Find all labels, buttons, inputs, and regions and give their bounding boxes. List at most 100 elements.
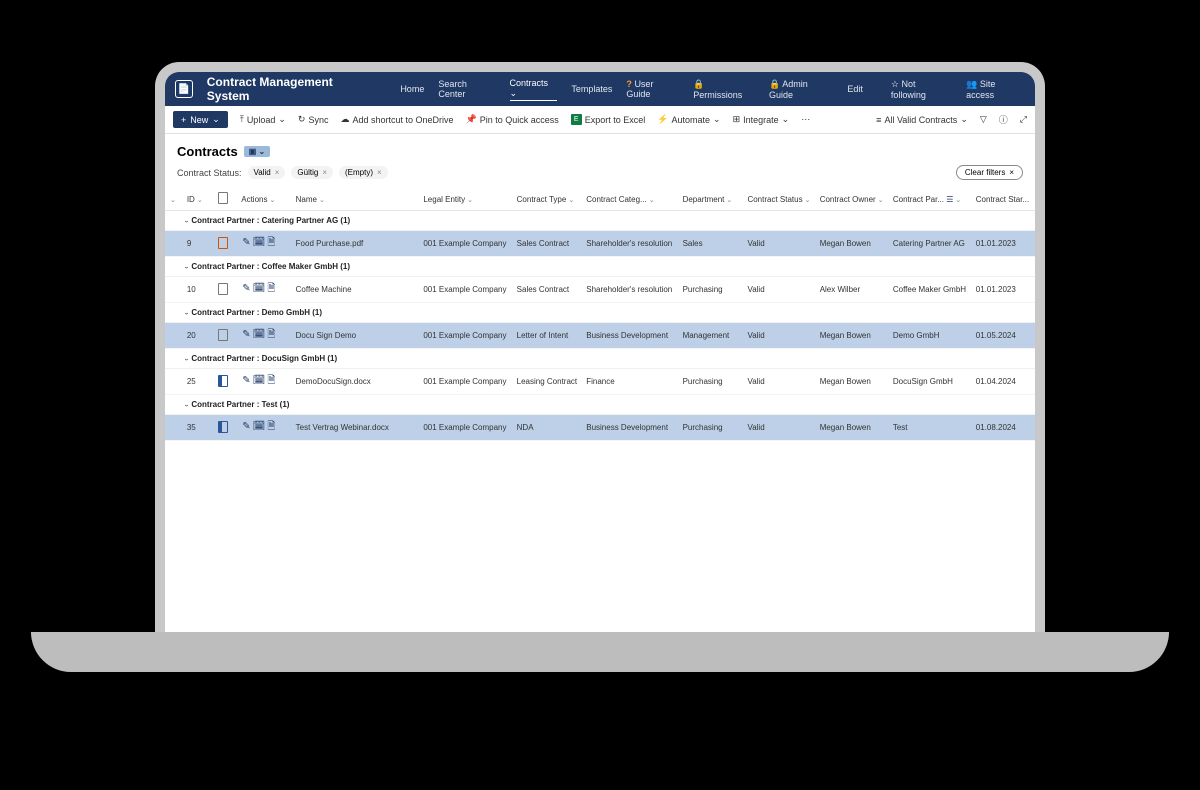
file-type-icon [218, 421, 228, 433]
more-button[interactable]: ⋯ [801, 114, 810, 125]
filter-chip-gultig[interactable]: Gültig× [291, 166, 333, 179]
not-following-button[interactable]: ☆ Not following [891, 79, 952, 100]
col-id[interactable]: ID⌄ [184, 188, 215, 211]
cell-actions: ✎🗓🗎 [238, 369, 292, 395]
cell-legal-entity[interactable]: 001 Example Company [420, 369, 513, 395]
col-contract-status[interactable]: Contract Status⌄ [744, 188, 816, 211]
file-type-icon [218, 237, 228, 249]
calendar-icon[interactable]: 🗓 [253, 421, 266, 432]
nav-edit[interactable]: Edit [847, 84, 863, 94]
list-icon-badge[interactable]: ▣ ⌄ [244, 146, 270, 157]
group-row[interactable]: ›Contract Partner : DocuSign GmbH (1) [165, 349, 1035, 369]
copy-icon[interactable]: 🗎 [267, 421, 275, 432]
close-icon[interactable]: × [322, 168, 327, 177]
file-type-icon [218, 283, 228, 295]
group-row[interactable]: ›Contract Partner : Catering Partner AG … [165, 211, 1035, 231]
edit-icon[interactable]: ✎ [242, 283, 250, 294]
filter-chip-empty[interactable]: (Empty)× [339, 166, 388, 179]
nav-templates[interactable]: Templates [571, 84, 612, 94]
table-header-row: ⌄ ID⌄ Actions⌄ Name⌄ Legal Entity⌄ Contr… [165, 188, 1035, 211]
col-contract-type[interactable]: Contract Type⌄ [514, 188, 584, 211]
nav-search-center[interactable]: Search Center [438, 79, 495, 99]
group-row[interactable]: ›Contract Partner : Test (1) [165, 395, 1035, 415]
lock-icon: 🔒 [769, 79, 780, 89]
expand-icon[interactable]: ⤢ [1020, 114, 1027, 125]
cell-date: 01.01.2023 [973, 231, 1035, 257]
chevron-down-icon: › [183, 358, 190, 360]
new-button[interactable]: + New ⌄ [173, 111, 228, 128]
col-legal-entity[interactable]: Legal Entity⌄ [420, 188, 513, 211]
col-doc-icon[interactable] [215, 188, 238, 211]
calendar-icon[interactable]: 🗓 [253, 375, 266, 386]
edit-icon[interactable]: ✎ [242, 375, 250, 386]
nav-home[interactable]: Home [400, 84, 424, 94]
calendar-icon[interactable]: 🗓 [253, 283, 266, 294]
col-department[interactable]: Department⌄ [680, 188, 745, 211]
cell-legal-entity[interactable]: 001 Example Company [420, 277, 513, 303]
nav-contracts[interactable]: Contracts ⌄ [510, 78, 558, 101]
col-expand[interactable]: ⌄ [165, 188, 184, 211]
clear-filters-button[interactable]: Clear filters× [956, 165, 1023, 180]
cell-name[interactable]: Test Vertrag Webinar.docx [293, 415, 421, 441]
col-contract-category[interactable]: Contract Categ...⌄ [583, 188, 679, 211]
filter-chip-valid[interactable]: Valid× [248, 166, 286, 179]
cell-contract-category: Business Development [583, 415, 679, 441]
screen-bezel: 📄 Contract Management System Home Search… [155, 62, 1045, 632]
screen: 📄 Contract Management System Home Search… [165, 72, 1035, 632]
app-title: Contract Management System [207, 75, 377, 103]
file-type-icon [218, 375, 228, 387]
copy-icon[interactable]: 🗎 [267, 237, 275, 248]
filter-icon[interactable]: ▽ [980, 114, 987, 125]
cell-name[interactable]: DemoDocuSign.docx [293, 369, 421, 395]
cell-owner: Megan Bowen [817, 231, 890, 257]
cell-contract-type: NDA [514, 415, 584, 441]
close-icon[interactable]: × [275, 168, 280, 177]
table-row[interactable]: 10✎🗓🗎Coffee Machine001 Example CompanySa… [165, 277, 1035, 303]
copy-icon[interactable]: 🗎 [267, 283, 275, 294]
edit-icon[interactable]: ✎ [242, 329, 250, 340]
copy-icon[interactable]: 🗎 [267, 329, 275, 340]
pin-button[interactable]: 📌 Pin to Quick access [466, 114, 559, 125]
integrate-button[interactable]: ⊞ Integrate ⌄ [733, 114, 790, 125]
upload-icon: ⤒ [240, 114, 244, 125]
site-access-button[interactable]: 👥 Site access [966, 79, 1025, 100]
view-selector[interactable]: ≡ All Valid Contracts ⌄ [876, 114, 968, 125]
cell-legal-entity[interactable]: 001 Example Company [420, 231, 513, 257]
shortcut-button[interactable]: ☁ Add shortcut to OneDrive [340, 114, 453, 125]
excel-icon: E [571, 114, 582, 125]
nav-user-guide[interactable]: ? User Guide [626, 79, 679, 99]
col-start-date[interactable]: Contract Star... [973, 188, 1035, 211]
col-actions[interactable]: Actions⌄ [238, 188, 292, 211]
sync-button[interactable]: ↻ Sync [298, 114, 329, 125]
edit-icon[interactable]: ✎ [242, 421, 250, 432]
cell-date: 01.04.2024 [973, 369, 1035, 395]
nav-admin-guide[interactable]: 🔒 Admin Guide [769, 79, 833, 100]
cell-legal-entity[interactable]: 001 Example Company [420, 415, 513, 441]
export-excel-button[interactable]: E Export to Excel [571, 114, 646, 125]
pin-icon: 📌 [466, 114, 477, 125]
col-partner[interactable]: Contract Par... ☰⌄ [890, 188, 973, 211]
upload-button[interactable]: ⤒ Upload ⌄ [240, 114, 286, 125]
nav-permissions[interactable]: 🔒 Permissions [693, 79, 755, 100]
cell-name[interactable]: Food Purchase.pdf [293, 231, 421, 257]
table-row[interactable]: 25✎🗓🗎DemoDocuSign.docx001 Example Compan… [165, 369, 1035, 395]
automate-button[interactable]: ⚡ Automate ⌄ [657, 114, 720, 125]
group-row[interactable]: ›Contract Partner : Coffee Maker GmbH (1… [165, 257, 1035, 277]
cell-name[interactable]: Docu Sign Demo [293, 323, 421, 349]
col-name[interactable]: Name⌄ [293, 188, 421, 211]
cell-id: 10 [184, 277, 215, 303]
calendar-icon[interactable]: 🗓 [253, 237, 266, 248]
edit-icon[interactable]: ✎ [242, 237, 250, 248]
copy-icon[interactable]: 🗎 [267, 375, 275, 386]
table-row[interactable]: 35✎🗓🗎Test Vertrag Webinar.docx001 Exampl… [165, 415, 1035, 441]
group-row[interactable]: ›Contract Partner : Demo GmbH (1) [165, 303, 1035, 323]
table-row[interactable]: 20✎🗓🗎Docu Sign Demo001 Example CompanyLe… [165, 323, 1035, 349]
info-icon[interactable]: ⓘ [999, 113, 1008, 126]
col-owner[interactable]: Contract Owner⌄ [817, 188, 890, 211]
question-icon: ? [626, 79, 632, 89]
cell-name[interactable]: Coffee Machine [293, 277, 421, 303]
table-row[interactable]: 9✎🗓🗎Food Purchase.pdf001 Example Company… [165, 231, 1035, 257]
cell-legal-entity[interactable]: 001 Example Company [420, 323, 513, 349]
calendar-icon[interactable]: 🗓 [253, 329, 266, 340]
close-icon[interactable]: × [377, 168, 382, 177]
